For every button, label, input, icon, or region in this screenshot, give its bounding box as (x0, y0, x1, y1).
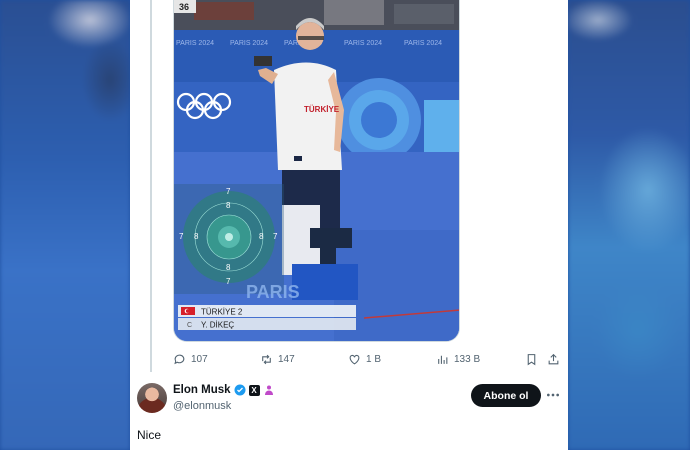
shirt-text: TÜRKİYE (304, 105, 340, 114)
target-number-left-inner: 8 (194, 232, 199, 241)
verified-badge-icon (234, 384, 246, 396)
target-number-left-outer: 7 (179, 232, 184, 241)
author-handle[interactable]: @elonmusk (173, 400, 231, 412)
views-button[interactable]: 133 B (436, 349, 480, 369)
target-number-top-outer: 7 (226, 187, 231, 196)
banner-text-5: PARIS 2024 (404, 40, 442, 47)
tweet-action-bar: 107 147 1 B 133 B (173, 349, 563, 369)
target-number-right-inner: 8 (259, 232, 264, 241)
avatar[interactable] (137, 383, 167, 413)
share-button[interactable] (547, 349, 560, 369)
heart-icon (349, 354, 360, 364)
bookmark-button[interactable] (525, 349, 538, 369)
follow-button[interactable]: Abone ol (471, 384, 541, 407)
share-icon (548, 353, 559, 364)
x-affiliate-badge: X (248, 384, 260, 396)
reply-count: 107 (191, 353, 208, 365)
blurred-background-right (568, 0, 690, 450)
repost-button[interactable]: 147 (260, 349, 295, 369)
target-number-top-inner: 8 (226, 201, 231, 210)
lower-third-prefix: C (187, 322, 192, 329)
banner-text-4: PARIS 2024 (344, 40, 382, 47)
bookmark-icon (527, 353, 536, 365)
lower-third-country: TÜRKİYE 2 (201, 308, 243, 317)
pride-emoji-icon (264, 385, 273, 395)
floor-text: PARIS (246, 282, 300, 302)
author-name[interactable]: Elon Musk (173, 384, 231, 396)
tweet-text: Nice (137, 428, 162, 442)
target-overlay: 7 8 7 8 8 7 8 7 (174, 184, 284, 294)
author-name-row[interactable]: Elon Musk X (173, 384, 275, 396)
views-icon (438, 355, 448, 364)
repost-icon (262, 354, 271, 364)
target-number-right-outer: 7 (273, 232, 278, 241)
target-number-bottom-outer: 7 (226, 277, 231, 286)
pistol (254, 56, 272, 66)
blurred-background-left (0, 0, 130, 450)
reply-icon (174, 354, 185, 364)
like-count: 1 B (366, 353, 382, 365)
repost-count: 147 (278, 353, 295, 365)
tweet-media-image[interactable]: 36 PARIS 2024 PARIS 2024 PARIS 2024 PARI… (173, 0, 460, 342)
thread-line (150, 0, 152, 372)
banner-text-2: PARIS 2024 (230, 40, 268, 47)
target-number-bottom-inner: 8 (226, 263, 231, 272)
like-button[interactable]: 1 B (348, 349, 381, 369)
more-options-icon[interactable] (545, 387, 561, 403)
reply-button[interactable]: 107 (173, 349, 208, 369)
scoreboard-number: 36 (179, 2, 189, 12)
lower-third-athlete: Y. DİKEÇ (201, 321, 234, 330)
banner-text-1: PARIS 2024 (176, 40, 214, 47)
view-count: 133 B (454, 353, 481, 365)
